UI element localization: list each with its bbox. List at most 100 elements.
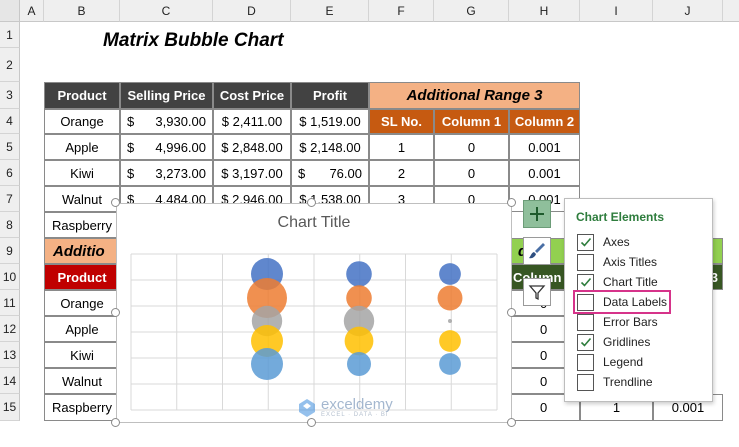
selling-price-cell[interactable]: $4,996.00: [120, 134, 213, 160]
table-header-product[interactable]: Product: [44, 82, 120, 109]
row-header-1[interactable]: 1: [0, 22, 20, 48]
chart-filters-button[interactable]: [523, 278, 551, 306]
bubble-point-raspberry[interactable]: [347, 352, 371, 376]
column-header-i[interactable]: I: [580, 0, 653, 22]
checkbox[interactable]: [577, 373, 594, 391]
chart-element-axis-titles[interactable]: Axis Titles: [577, 252, 657, 272]
checkbox[interactable]: [577, 353, 594, 371]
row-header-12[interactable]: 12: [0, 316, 20, 342]
profit-cell[interactable]: $ 2,148.00: [291, 134, 369, 160]
chart-element-gridlines[interactable]: Gridlines: [577, 332, 650, 352]
product-cell[interactable]: Apple: [44, 134, 120, 160]
product-cell[interactable]: Raspberry: [44, 212, 120, 238]
row-header-14[interactable]: 14: [0, 368, 20, 394]
range3-cell[interactable]: 0.001: [509, 134, 580, 160]
range3-cell[interactable]: 0: [434, 134, 509, 160]
column-header-b[interactable]: B: [44, 0, 120, 22]
product-cell[interactable]: Kiwi: [44, 160, 120, 186]
checkbox[interactable]: [577, 253, 594, 271]
row-header-6[interactable]: 6: [0, 160, 20, 186]
bubble-point-kiwi[interactable]: [448, 319, 452, 323]
row-header-4[interactable]: 4: [0, 109, 20, 134]
resize-handle-s[interactable]: [307, 418, 316, 427]
range3-cell[interactable]: 0: [434, 160, 509, 186]
row-header-8[interactable]: 8: [0, 212, 20, 238]
profit-cell[interactable]: $76.00: [291, 160, 369, 186]
bubble-point-apple[interactable]: [437, 285, 463, 311]
table-header-cost-price[interactable]: Cost Price: [213, 82, 291, 109]
lower-product-cell[interactable]: Kiwi: [44, 342, 120, 368]
checkbox[interactable]: [577, 313, 594, 331]
product-cell[interactable]: Walnut: [44, 186, 120, 212]
bubble-point-raspberry[interactable]: [251, 348, 283, 380]
range3-header-column-1[interactable]: Column 1: [434, 109, 509, 134]
row-header-9[interactable]: 9: [0, 238, 20, 264]
resize-handle-n[interactable]: [307, 198, 316, 207]
row-header-11[interactable]: 11: [0, 290, 20, 316]
column-header-a[interactable]: A: [20, 0, 44, 22]
column-header-h[interactable]: H: [509, 0, 580, 22]
table-header-selling-price[interactable]: Selling Price: [120, 82, 213, 109]
range3-cell[interactable]: 2: [369, 160, 434, 186]
selling-price-cell[interactable]: $3,273.00: [120, 160, 213, 186]
lower-product-cell[interactable]: Walnut: [44, 368, 120, 394]
column-header-d[interactable]: D: [213, 0, 291, 22]
column-header-e[interactable]: E: [291, 0, 369, 22]
chart-element-chart-title[interactable]: Chart Title: [577, 272, 658, 292]
chart-element-error-bars[interactable]: Error Bars: [577, 312, 658, 332]
select-all-corner[interactable]: [0, 0, 20, 22]
range3-header-sl-no[interactable]: SL No.: [369, 109, 434, 134]
lower-product-cell[interactable]: Raspberry: [44, 394, 120, 421]
column-header-f[interactable]: F: [369, 0, 434, 22]
chart-elements-button[interactable]: [523, 200, 551, 228]
table-header-profit[interactable]: Profit: [291, 82, 369, 109]
bubble-point-orange[interactable]: [346, 261, 372, 287]
row-header-13[interactable]: 13: [0, 342, 20, 368]
column-header-j[interactable]: J: [653, 0, 723, 22]
checkbox[interactable]: [577, 273, 594, 291]
row-header-7[interactable]: 7: [0, 186, 20, 212]
lower-product-cell[interactable]: Orange: [44, 290, 120, 316]
checkmark-icon: [580, 337, 591, 347]
row-header-2[interactable]: 2: [0, 48, 20, 82]
cost-price-cell[interactable]: $ 2,848.00: [213, 134, 291, 160]
lower-header-product[interactable]: Product: [44, 264, 120, 290]
resize-handle-e[interactable]: [507, 308, 516, 317]
bubble-point-walnut[interactable]: [344, 326, 374, 356]
bubble-point-raspberry[interactable]: [439, 353, 461, 375]
chart-styles-button[interactable]: [523, 237, 551, 265]
row-header-3[interactable]: 3: [0, 82, 20, 109]
lower-range-title[interactable]: Additio: [44, 238, 120, 264]
plot-area[interactable]: [117, 204, 511, 422]
resize-handle-se[interactable]: [507, 418, 516, 427]
resize-handle-w[interactable]: [111, 308, 120, 317]
range3-header-column-2[interactable]: Column 2: [509, 109, 580, 134]
lower-product-cell[interactable]: Apple: [44, 316, 120, 342]
range3-cell[interactable]: 0.001: [509, 160, 580, 186]
range3-cell[interactable]: 1: [369, 134, 434, 160]
cost-price-cell[interactable]: $ 2,411.00: [213, 109, 291, 134]
sheet-title[interactable]: Matrix Bubble Chart: [103, 30, 284, 52]
row-header-15[interactable]: 15: [0, 394, 20, 421]
chart-element-legend[interactable]: Legend: [577, 352, 643, 372]
row-header-10[interactable]: 10: [0, 264, 20, 290]
profit-cell[interactable]: $ 1,519.00: [291, 109, 369, 134]
bubble-point-walnut[interactable]: [439, 330, 461, 352]
column-header-c[interactable]: C: [120, 0, 213, 22]
selling-price-cell[interactable]: $3,930.00: [120, 109, 213, 134]
resize-handle-ne[interactable]: [507, 198, 516, 207]
column-header-k[interactable]: [723, 0, 739, 22]
resize-handle-nw[interactable]: [111, 198, 120, 207]
chart-element-trendline[interactable]: Trendline: [577, 372, 653, 392]
chart-element-axes[interactable]: Axes: [577, 232, 630, 252]
bubble-chart[interactable]: Chart Title exceldemy EXCEL · DATA · BI: [116, 203, 512, 423]
product-cell[interactable]: Orange: [44, 109, 120, 134]
resize-handle-sw[interactable]: [111, 418, 120, 427]
bubble-point-orange[interactable]: [439, 263, 461, 285]
column-header-g[interactable]: G: [434, 0, 509, 22]
checkbox[interactable]: [577, 233, 594, 251]
cost-price-cell[interactable]: $ 3,197.00: [213, 160, 291, 186]
row-header-5[interactable]: 5: [0, 134, 20, 160]
checkbox[interactable]: [577, 333, 594, 351]
additional-range-3-title[interactable]: Additional Range 3: [369, 82, 580, 109]
